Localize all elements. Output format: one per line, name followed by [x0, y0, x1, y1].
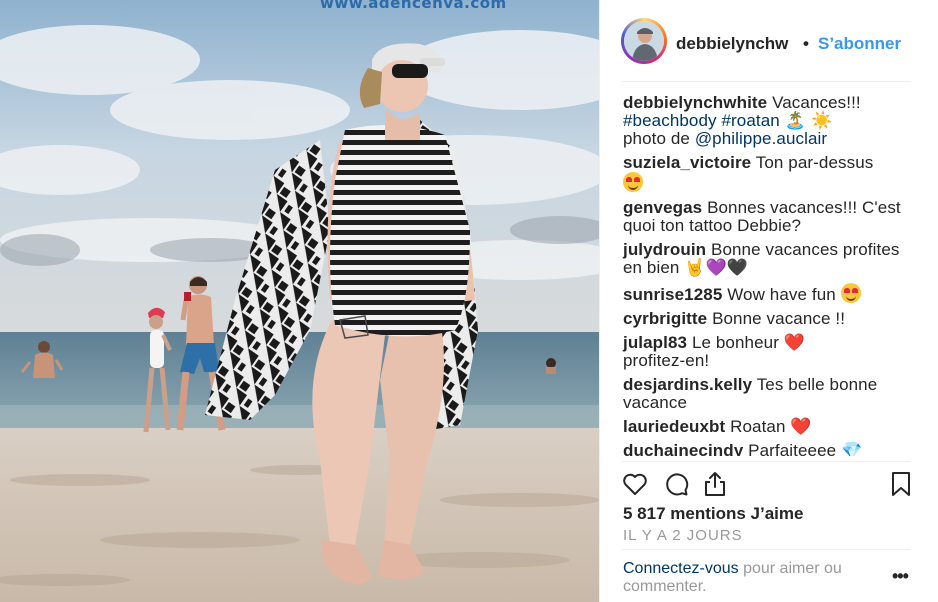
comment-button[interactable] [662, 470, 692, 500]
avatar-icon [624, 21, 664, 61]
photo-watermark: www.adencenva.com [320, 0, 507, 12]
bookmark-icon [892, 472, 910, 496]
avatar-image [624, 21, 664, 61]
comment-username[interactable]: desjardins.kelly [623, 375, 752, 394]
red-heart-emoji-icon: ❤️ [783, 333, 806, 353]
comments-list[interactable]: debbielynchwhite Vacances!!! #beachbody … [621, 94, 917, 456]
comments-divider [621, 461, 911, 462]
action-bar [621, 470, 917, 500]
comment-item: julydrouin Bonne vacances profites en bi… [623, 240, 917, 278]
author-username[interactable]: debbielynchw [676, 34, 788, 54]
comment-text: Bonne vacance !! [712, 309, 846, 328]
heart-icon [623, 473, 647, 495]
comment-username[interactable]: duchainecindy [623, 441, 743, 457]
follow-button[interactable]: S’abonner [818, 34, 901, 54]
comment-bubble-icon [666, 473, 689, 496]
heart-eyes-emoji-icon [623, 172, 643, 192]
beach-photo [0, 0, 599, 602]
login-prompt: Connectez-vous pour aimer ou commenter. [623, 560, 883, 596]
caption: debbielynchwhite Vacances!!! #beachbody … [623, 94, 917, 148]
comment-item: lauriedeuxbt Roatan ❤️ [623, 417, 917, 437]
more-options-button[interactable]: ••• [892, 566, 909, 587]
comment-item: julapl83 Le bonheur ❤️ profitez-en! [623, 334, 917, 370]
comment-item: duchainecindy Parfaiteeee 💎 💎❤️ [623, 441, 917, 457]
comment-text: Parfaiteeee [748, 441, 837, 457]
comment-item: desjardins.kelly Tes belle bonne vacance [623, 376, 917, 412]
post-photo[interactable]: www.adencenva.com [0, 0, 599, 602]
post-header: debbielynchw • S’abonner [600, 0, 938, 82]
comment-username[interactable]: genvegas [623, 198, 702, 217]
save-button[interactable] [887, 470, 917, 500]
comment-item: cyrbrigitte Bonne vacance !! [623, 310, 917, 328]
rock-hand-emoji-icon: 🤘 [684, 258, 706, 278]
footer-divider [621, 549, 911, 550]
comment-username[interactable]: lauriedeuxbt [623, 417, 725, 436]
author-avatar[interactable] [621, 18, 667, 64]
black-heart-emoji-icon: 🖤 [726, 258, 749, 278]
hashtag-link[interactable]: #beachbody [623, 111, 717, 130]
comment-item: suziela_victoire Ton par-dessus [623, 154, 917, 193]
heart-eyes-emoji-icon [840, 283, 861, 303]
comment-item: genvegas Bonnes vacances!!! C'est quoi t… [623, 199, 917, 235]
hashtag-link[interactable]: #roatan [721, 111, 779, 130]
comment-text: Wow have fun [727, 285, 836, 304]
caption-text: Vacances!!! [772, 94, 861, 112]
comment-item: sunrise1285 Wow have fun [623, 283, 917, 304]
caption-username[interactable]: debbielynchwhite [623, 94, 767, 112]
like-button[interactable] [621, 470, 651, 500]
comment-text: Roatan [730, 417, 786, 436]
caption-emoji: 🏝️ ☀️ [784, 111, 833, 131]
red-heart-emoji-icon: ❤️ [790, 417, 812, 437]
comment-username[interactable]: sunrise1285 [623, 285, 722, 304]
header-divider [621, 81, 911, 82]
post-side-panel: debbielynchw • S’abonner debbielynchwhit… [599, 0, 938, 602]
photo-credit-label: photo de [623, 129, 690, 148]
likes-count[interactable]: 5 817 mentions J’aime [623, 504, 803, 524]
comment-username[interactable]: julydrouin [623, 240, 706, 259]
mention-link[interactable]: @philippe.auclair [695, 129, 827, 148]
login-link[interactable]: Connectez-vous [623, 560, 739, 577]
comment-text-continued: profitez-en! [623, 351, 710, 370]
comment-username[interactable]: cyrbrigitte [623, 309, 707, 328]
comment-text: Le bonheur [691, 333, 779, 352]
comment-username[interactable]: julapl83 [623, 333, 687, 352]
share-icon [705, 472, 725, 496]
share-button[interactable] [701, 470, 731, 500]
purple-heart-emoji-icon: 💜 [705, 258, 727, 278]
header-separator: • [803, 34, 809, 53]
diamond-emoji-icon: 💎 [841, 441, 863, 456]
post-timestamp[interactable]: IL Y A 2 JOURS [623, 527, 743, 544]
comment-username[interactable]: suziela_victoire [623, 153, 751, 172]
comment-text: Ton par-dessus [755, 153, 874, 172]
